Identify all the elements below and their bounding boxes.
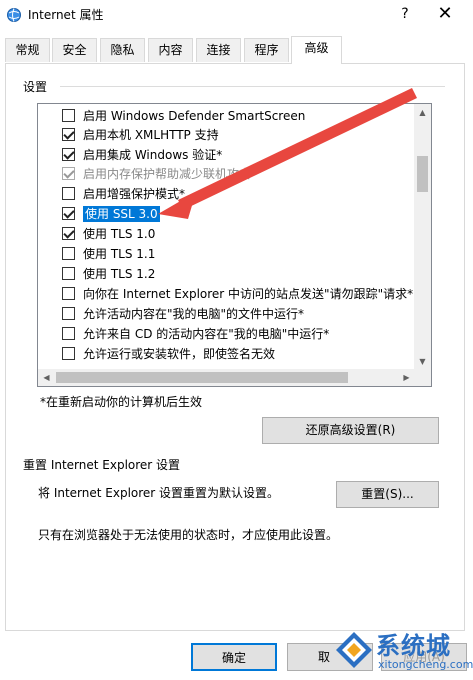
vertical-scrollbar[interactable]: ▲ ▼ <box>414 104 431 370</box>
checkbox[interactable] <box>62 148 75 161</box>
watermark-logo: 系统城 xitongcheng.com <box>330 624 473 680</box>
list-item[interactable]: 启用内存保护帮助减少联机攻击* <box>62 164 257 184</box>
ssl3-checkbox[interactable] <box>62 207 75 220</box>
help-button[interactable]: ? <box>392 2 418 26</box>
list-item[interactable]: 允许活动内容在"我的电脑"的文件中运行* <box>62 304 304 324</box>
checkbox[interactable] <box>62 267 75 280</box>
checkbox[interactable] <box>62 227 75 240</box>
list-item[interactable]: 启用 Windows Defender SmartScreen <box>62 106 305 126</box>
tab-security[interactable]: 安全 <box>52 38 97 62</box>
list-item[interactable]: 向你在 Internet Explorer 中访问的站点发送"请勿跟踪"请求* <box>62 284 413 304</box>
list-item[interactable]: 允许来自 CD 的活动内容在"我的电脑"中运行* <box>62 324 329 344</box>
list-item[interactable]: 启用本机 XMLHTTP 支持 <box>62 125 219 145</box>
tab-strip: 常规 安全 隐私 内容 连接 程序 高级 <box>5 36 465 64</box>
list-item[interactable]: 使用 TLS 1.0 <box>62 224 155 244</box>
checkbox[interactable] <box>62 187 75 200</box>
settings-list[interactable]: 启用 Windows Defender SmartScreen 启用本机 XML… <box>37 103 432 387</box>
list-item[interactable]: 使用 TLS 1.1 <box>62 244 155 264</box>
list-item[interactable]: 允许运行或安装软件，即使签名无效 <box>62 344 275 364</box>
tab-connections[interactable]: 连接 <box>196 38 241 62</box>
list-item[interactable]: 使用 TLS 1.2 <box>62 264 155 284</box>
settings-group-divider <box>60 86 445 87</box>
reset-warning: 只有在浏览器处于无法使用的状态时，才应使用此设置。 <box>38 528 339 542</box>
reset-description: 将 Internet Explorer 设置重置为默认设置。 <box>38 486 280 500</box>
checkbox <box>62 167 75 180</box>
watermark-diamond-icon <box>336 632 372 668</box>
window-title: Internet 属性 <box>28 8 104 22</box>
checkbox[interactable] <box>62 347 75 360</box>
checkbox[interactable] <box>62 307 75 320</box>
watermark-text: 系统城 <box>376 632 451 660</box>
settings-group-label: 设置 <box>23 80 48 94</box>
watermark-url: xitongcheng.com <box>378 658 473 671</box>
scroll-down-arrow-icon[interactable]: ▼ <box>414 353 431 370</box>
scroll-left-arrow-icon[interactable]: ◀ <box>38 369 55 386</box>
tab-general[interactable]: 常规 <box>5 38 50 62</box>
checkbox[interactable] <box>62 327 75 340</box>
checkbox[interactable] <box>62 128 75 141</box>
reset-group-label: 重置 Internet Explorer 设置 <box>23 458 181 472</box>
title-bar: Internet 属性 ? ✕ <box>0 0 473 30</box>
scroll-up-arrow-icon[interactable]: ▲ <box>414 104 431 121</box>
tab-content[interactable]: 内容 <box>148 38 193 62</box>
checkbox[interactable] <box>62 109 75 122</box>
reset-button[interactable]: 重置(S)... <box>336 481 439 508</box>
list-item[interactable]: 启用集成 Windows 验证* <box>62 145 222 165</box>
tab-advanced[interactable]: 高级 <box>291 36 342 64</box>
tab-privacy[interactable]: 隐私 <box>100 38 145 62</box>
ok-button[interactable]: 确定 <box>191 643 277 671</box>
vertical-scroll-thumb[interactable] <box>417 156 428 192</box>
checkbox[interactable] <box>62 287 75 300</box>
restart-note: *在重新启动你的计算机后生效 <box>40 395 203 409</box>
internet-globe-icon <box>7 8 21 22</box>
horizontal-scrollbar[interactable]: ◀ ▶ <box>38 369 415 386</box>
scroll-right-arrow-icon[interactable]: ▶ <box>398 369 415 386</box>
close-button[interactable]: ✕ <box>430 2 460 26</box>
list-item[interactable]: 启用增强保护模式* <box>62 184 185 204</box>
checkbox[interactable] <box>62 247 75 260</box>
horizontal-scroll-thumb[interactable] <box>56 372 348 383</box>
list-item-selected[interactable]: 使用 SSL 3.0 <box>62 204 160 224</box>
scrollbar-corner <box>414 369 431 386</box>
tab-programs[interactable]: 程序 <box>244 38 289 62</box>
restore-advanced-settings-button[interactable]: 还原高级设置(R) <box>262 417 439 444</box>
